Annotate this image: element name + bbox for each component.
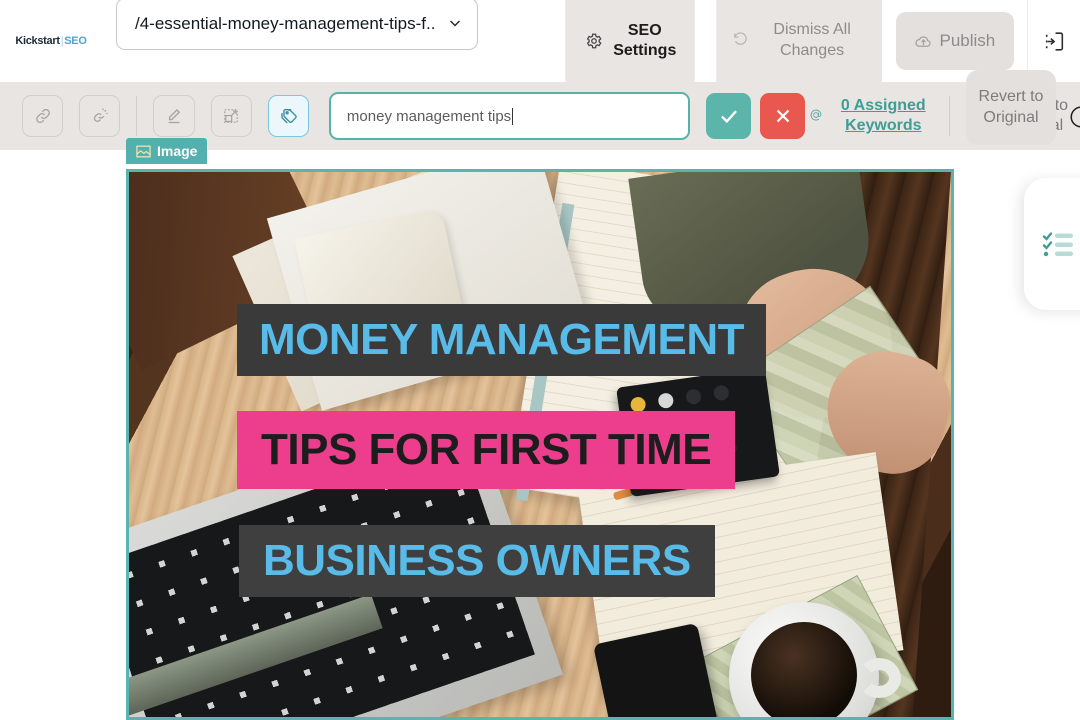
tag-icon[interactable] [267, 95, 309, 137]
text-caret [512, 107, 514, 125]
page-canvas: Image MONEY MANAGEMENT TIPS FOR FIRST TI… [0, 138, 1080, 720]
edit-pencil-icon[interactable] [153, 95, 195, 137]
undo-icon [732, 30, 749, 52]
cancel-keyword-button[interactable] [760, 93, 806, 139]
publish-label: Publish [939, 31, 996, 50]
page-select-group: Select Page /4-essential-money-managemen… [116, 0, 478, 50]
page-select-dropdown[interactable]: /4-essential-money-management-tips-f.. [116, 0, 478, 50]
toolbar-divider-2 [694, 0, 696, 82]
brand-name-dark: Kickstart [15, 35, 60, 47]
assigned-keywords-line2: Keywords [845, 117, 922, 134]
assigned-keywords-line1: 0 Assigned [840, 97, 926, 114]
confirm-keyword-button[interactable] [706, 93, 752, 139]
assigned-keywords-link[interactable]: 0 Assigned Keywords [831, 96, 935, 136]
chevron-down-icon [447, 15, 463, 34]
dismiss-all-changes-button[interactable]: Dismiss All Changes [716, 0, 882, 82]
app-window: Kickstart|SEO Select Page /4-essential-m… [0, 0, 1080, 720]
toolbar-divider-6 [949, 96, 951, 136]
unlink-icon[interactable] [79, 95, 121, 137]
brand-name-accent: SEO [64, 35, 87, 47]
gear-icon [585, 32, 603, 50]
clock-icon[interactable] [1068, 104, 1080, 130]
hero-image[interactable]: 20 MONEY MANAGEMENT TIPS FOR FIRST TIME … [126, 169, 954, 720]
element-type-badge[interactable]: Image [126, 138, 208, 164]
seo-settings-label: SEO Settings [613, 21, 677, 59]
keyword-input-value: money management tips [346, 107, 512, 125]
headline-line-3: BUSINESS OWNERS [239, 525, 715, 597]
brand-logo[interactable]: Kickstart|SEO [0, 0, 102, 82]
link-icon[interactable] [22, 95, 64, 137]
revert-floating-label: Revert to Original [978, 87, 1044, 126]
headline-line-2: TIPS FOR FIRST TIME [237, 411, 736, 489]
page-select-value: /4-essential-money-management-tips-f.. [135, 14, 436, 33]
revert-to-original-floating[interactable]: Revert to Original [966, 70, 1056, 145]
resize-icon[interactable] [210, 95, 252, 137]
image-icon [136, 145, 151, 158]
checklist-panel[interactable] [1024, 178, 1080, 310]
top-toolbar: Kickstart|SEO Select Page /4-essential-m… [0, 0, 1080, 82]
seo-settings-button[interactable]: SEO Settings [566, 0, 695, 82]
checklist-icon [1042, 229, 1076, 259]
keyword-input[interactable]: money management tips [328, 92, 691, 140]
headline-line-1: MONEY MANAGEMENT [237, 304, 766, 376]
element-type-label: Image [157, 143, 198, 159]
dismiss-all-label: Dismiss All Changes [773, 21, 851, 59]
at-sign-icon [809, 108, 823, 125]
publish-button[interactable]: Publish [895, 12, 1015, 70]
toolbar-divider-5 [136, 96, 138, 136]
cloud-upload-icon [914, 32, 933, 51]
